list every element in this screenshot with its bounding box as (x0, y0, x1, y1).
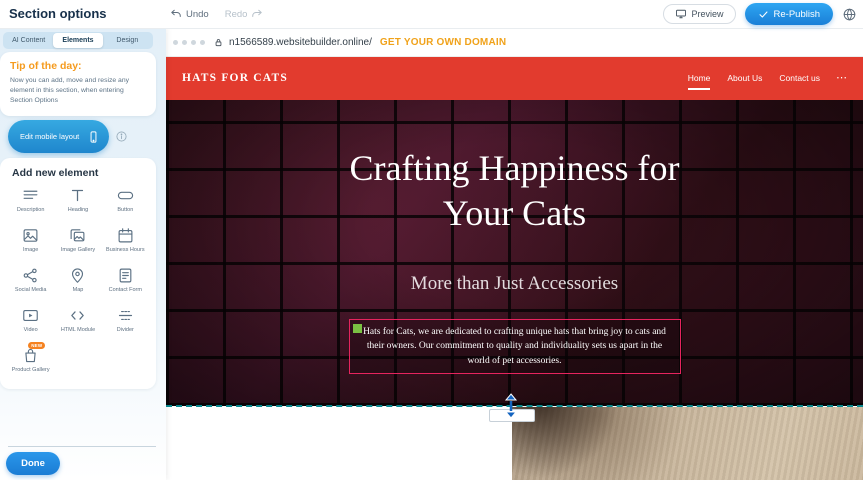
section-resize-handle[interactable] (504, 393, 518, 419)
sidebar: AI Content Elements Design Tip of the da… (0, 28, 166, 480)
business-hours-icon (117, 227, 134, 244)
element-image-gallery[interactable]: Image Gallery (55, 227, 100, 258)
element-description[interactable]: Description (8, 187, 53, 218)
dot-icon (200, 40, 205, 45)
element-grid: Description Heading Button Image Image G… (8, 187, 148, 378)
image-icon (22, 227, 39, 244)
topbar-actions: Preview Re-Publish (663, 0, 857, 28)
element-video[interactable]: Video (8, 307, 53, 338)
tip-body: Now you can add, move and resize any ele… (10, 76, 146, 106)
resize-vertical-icon (504, 393, 518, 419)
sidebar-tabs: AI Content Elements Design (3, 32, 153, 49)
social-media-icon (22, 267, 39, 284)
history-controls: Undo Redo (170, 0, 263, 28)
element-map[interactable]: Map (55, 267, 100, 298)
preview-button[interactable]: Preview (663, 4, 736, 24)
element-image[interactable]: Image (8, 227, 53, 258)
panel-title: Add new element (12, 167, 148, 179)
redo-icon (251, 8, 263, 20)
edit-mobile-label: Edit mobile layout (20, 132, 79, 141)
hero-paragraph: Hats for Cats, we are dedicated to craft… (362, 325, 668, 368)
add-element-panel: Add new element Description Heading Butt… (0, 158, 156, 389)
language-globe-button[interactable] (842, 7, 857, 22)
undo-button[interactable]: Undo (170, 8, 209, 20)
tip-title: Tip of the day: (10, 60, 146, 72)
hero-title-line1: Crafting Happiness for (350, 146, 680, 191)
mobile-layout-row: Edit mobile layout (8, 120, 128, 153)
site-url: n1566589.websitebuilder.online/ (229, 37, 372, 48)
site-header: HATS FOR CATS Home About Us Contact us ⋯ (166, 56, 863, 100)
description-icon (22, 187, 39, 204)
element-html-module[interactable]: HTML Module (55, 307, 100, 338)
topbar: Section options Undo Redo Preview Re-Pub… (0, 0, 863, 29)
selection-handle[interactable] (353, 324, 362, 333)
next-section-text-area[interactable] (166, 407, 512, 480)
republish-label: Re-Publish (774, 9, 820, 20)
hero-title[interactable]: Crafting Happiness for Your Cats (350, 146, 680, 236)
redo-label: Redo (225, 9, 248, 20)
hero-section: Crafting Happiness for Your Cats More th… (166, 100, 863, 406)
site-preview: HATS FOR CATS Home About Us Contact us ⋯… (166, 56, 863, 480)
check-icon (758, 9, 769, 20)
nav-more-button[interactable]: ⋯ (836, 73, 847, 84)
element-social-media[interactable]: Social Media (8, 267, 53, 298)
preview-label: Preview (692, 9, 724, 19)
element-button[interactable]: Button (103, 187, 148, 218)
lock-icon (214, 37, 223, 48)
dot-icon (173, 40, 178, 45)
element-business-hours[interactable]: Business Hours (103, 227, 148, 258)
page-title: Section options (9, 0, 107, 28)
site-logo[interactable]: HATS FOR CATS (182, 72, 288, 84)
tab-elements[interactable]: Elements (53, 33, 102, 48)
image-gallery-icon (69, 227, 86, 244)
tip-of-the-day-card: Tip of the day: Now you can add, move an… (0, 52, 156, 116)
heading-icon (69, 187, 86, 204)
new-badge: NEW (28, 342, 45, 349)
sidebar-divider (8, 446, 156, 447)
browser-chrome: n1566589.websitebuilder.online/ GET YOUR… (166, 28, 863, 57)
dot-icon (182, 40, 187, 45)
tab-design[interactable]: Design (103, 33, 152, 48)
video-icon (22, 307, 39, 324)
undo-label: Undo (186, 9, 209, 20)
divider-icon (117, 307, 134, 324)
map-pin-icon (69, 267, 86, 284)
site-nav: Home About Us Contact us (688, 73, 820, 83)
element-product-gallery[interactable]: NEW Product Gallery (8, 347, 53, 378)
redo-button[interactable]: Redo (225, 8, 264, 20)
button-icon (117, 187, 134, 204)
monitor-icon (675, 8, 687, 20)
dot-icon (191, 40, 196, 45)
edit-mobile-layout-button[interactable]: Edit mobile layout (8, 120, 109, 153)
contact-form-icon (117, 267, 134, 284)
info-button[interactable] (115, 130, 128, 143)
browser-dots (173, 40, 205, 45)
next-section-photo[interactable] (512, 407, 863, 480)
element-contact-form[interactable]: Contact Form (103, 267, 148, 298)
undo-icon (170, 8, 182, 20)
republish-button[interactable]: Re-Publish (745, 3, 833, 25)
hero-paragraph-selected-element[interactable]: Hats for Cats, we are dedicated to craft… (349, 319, 681, 374)
globe-icon (842, 7, 857, 22)
nav-about-us[interactable]: About Us (727, 73, 762, 83)
info-icon (115, 130, 128, 143)
hero-title-line2: Your Cats (350, 191, 680, 236)
element-divider[interactable]: Divider (103, 307, 148, 338)
nav-contact-us[interactable]: Contact us (779, 73, 820, 83)
shopping-bag-icon (22, 347, 39, 364)
done-button[interactable]: Done (6, 452, 60, 475)
phone-icon (87, 127, 100, 147)
element-heading[interactable]: Heading (55, 187, 100, 218)
hero-subtitle[interactable]: More than Just Accessories (411, 273, 618, 295)
get-domain-link[interactable]: GET YOUR OWN DOMAIN (380, 37, 506, 48)
tab-ai-content[interactable]: AI Content (4, 33, 53, 48)
nav-home[interactable]: Home (688, 73, 711, 83)
code-icon (69, 307, 86, 324)
